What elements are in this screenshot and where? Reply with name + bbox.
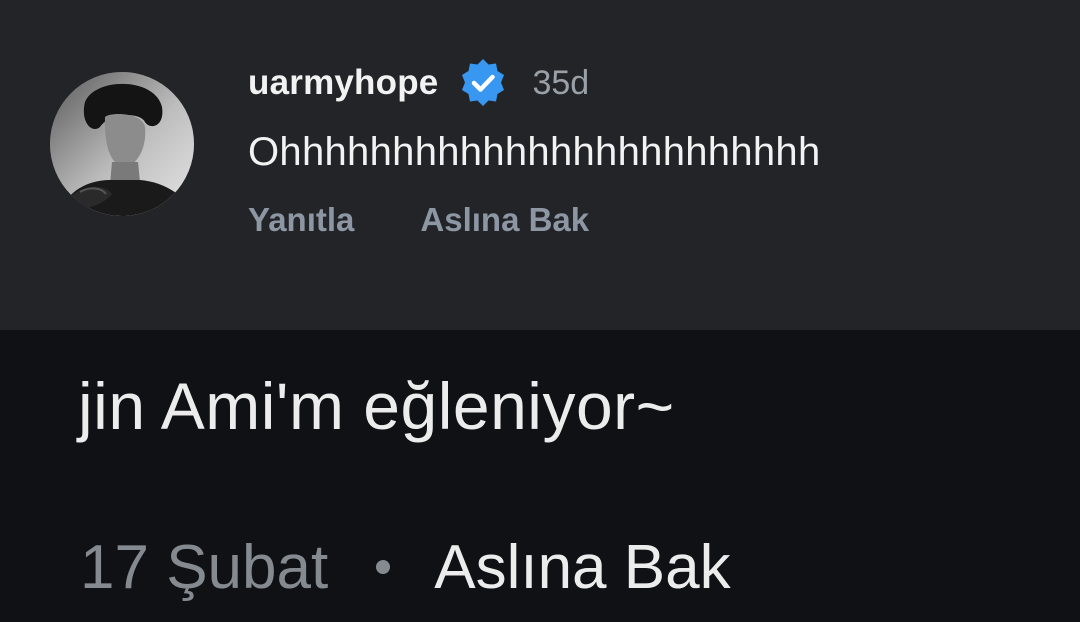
avatar-image [50,72,194,216]
verified-badge-icon [456,56,510,110]
see-original-link[interactable]: Aslına Bak [434,532,730,603]
separator-dot [376,560,391,574]
translation-footer: 17 Şubat Aslına Bak [80,527,731,607]
see-original-button[interactable]: Aslına Bak [420,201,589,239]
post-date: 17 Şubat [80,532,329,602]
comment-time: 35d [532,63,590,102]
comment-card: uarmyhope 35d Ohhhhhhhhhhhhhhhhhhhhhhhh … [0,0,1080,330]
comment-text: Ohhhhhhhhhhhhhhhhhhhhhhhh [248,130,821,174]
comment-meta: uarmyhope 35d [248,58,821,108]
comment-actions: Yanıtla Aslına Bak [248,201,821,239]
avatar[interactable] [50,72,194,216]
translated-text: jin Ami'm eğleniyor~ [78,369,675,443]
reply-button[interactable]: Yanıtla [248,201,354,239]
comment-body: uarmyhope 35d Ohhhhhhhhhhhhhhhhhhhhhhhh … [248,58,821,239]
screenshot-page: uarmyhope 35d Ohhhhhhhhhhhhhhhhhhhhhhhh … [0,0,1080,622]
username[interactable]: uarmyhope [248,63,438,103]
